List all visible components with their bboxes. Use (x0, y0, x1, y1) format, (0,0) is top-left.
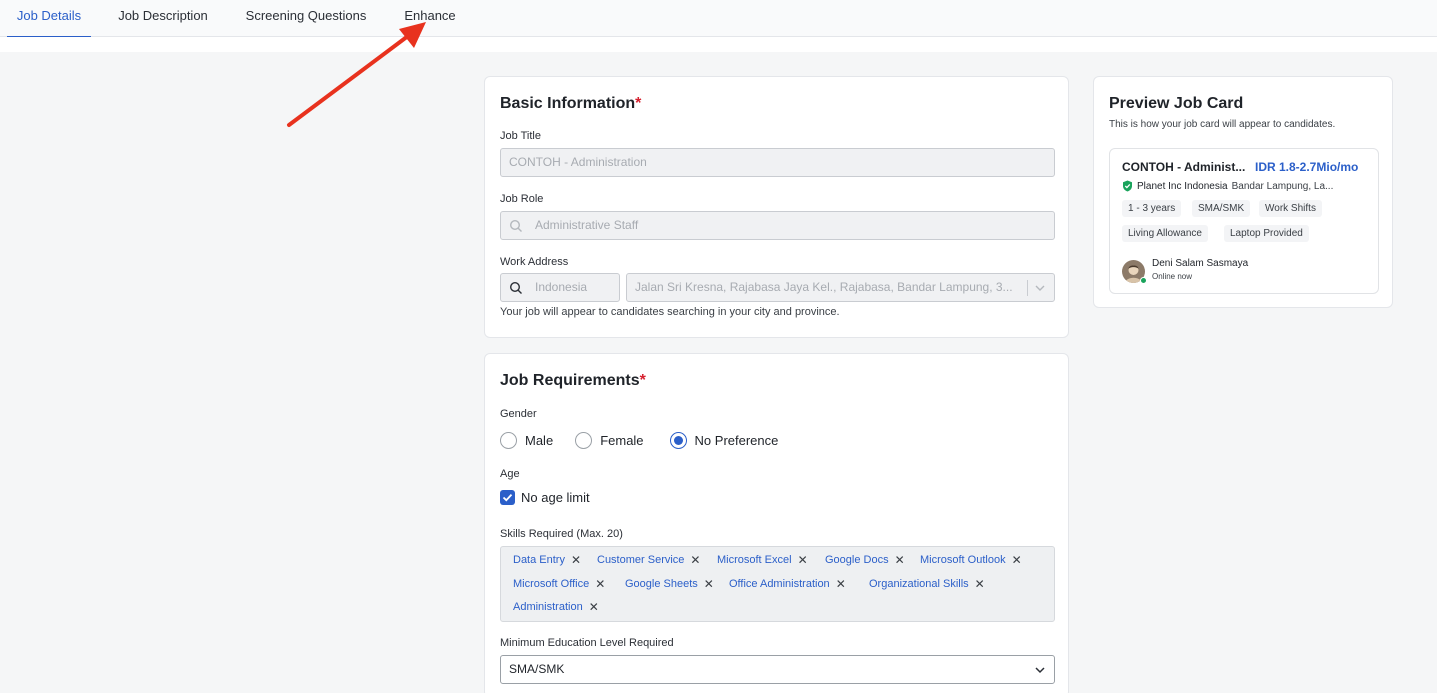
remove-icon[interactable]: ✕ (704, 578, 714, 590)
recruiter-status: Online now (1152, 272, 1193, 281)
age-label: Age (500, 468, 520, 480)
job-title-label: Job Title (500, 130, 541, 142)
education-value: SMA/SMK (509, 662, 565, 676)
remove-icon[interactable]: ✕ (595, 578, 605, 590)
search-icon (509, 281, 522, 294)
skill-chip: Microsoft Outlook ✕ (920, 553, 1022, 567)
verified-shield-icon (1123, 180, 1132, 192)
job-requirements-title: Job Requirements* (500, 372, 646, 389)
gender-radio-male[interactable]: Male (500, 431, 553, 449)
remove-icon[interactable]: ✕ (690, 554, 700, 566)
no-age-limit-checkbox[interactable]: No age limit (500, 490, 590, 505)
job-role-value: Administrative Staff (535, 218, 639, 232)
job-card-company-row: Planet Inc Indonesia Bandar Lampung, La.… (1122, 180, 1333, 192)
remove-icon[interactable]: ✕ (895, 554, 905, 566)
tab-job-details[interactable]: Job Details (7, 0, 91, 38)
checkmark-icon (500, 490, 515, 505)
chevron-down-icon (1035, 667, 1045, 674)
work-address-label: Work Address (500, 256, 569, 268)
recruiter-name: Deni Salam Sasmaya (1152, 258, 1249, 269)
no-age-limit-label: No age limit (521, 490, 590, 505)
remove-icon[interactable]: ✕ (1012, 554, 1022, 566)
remove-icon[interactable]: ✕ (836, 578, 846, 590)
preview-job-card-panel: Preview Job Card This is how your job ca… (1093, 76, 1393, 308)
skill-chip: Organizational Skills ✕ (869, 577, 985, 591)
job-tag: Living Allowance (1122, 225, 1208, 242)
chevron-down-icon (1035, 285, 1045, 291)
address-value: Jalan Sri Kresna, Rajabasa Jaya Kel., Ra… (635, 280, 1013, 294)
skill-chip: Microsoft Office ✕ (513, 577, 606, 591)
online-status-dot (1140, 277, 1147, 284)
skills-label: Skills Required (Max. 20) (500, 528, 623, 540)
job-tag: Work Shifts (1259, 200, 1322, 217)
education-label: Minimum Education Level Required (500, 637, 674, 649)
annotation-arrow (287, 22, 426, 127)
tab-job-description[interactable]: Job Description (110, 0, 216, 37)
job-tag: 1 - 3 years (1122, 200, 1182, 217)
gender-radio-female[interactable]: Female (575, 431, 644, 449)
tab-bar: Job Details Job Description Screening Qu… (0, 0, 1437, 38)
search-icon (509, 219, 522, 232)
preview-subtitle: This is how your job card will appear to… (1109, 119, 1336, 130)
job-card-company: Planet Inc Indonesia (1137, 180, 1228, 192)
basic-information-title: Basic Information* (500, 95, 642, 112)
job-card[interactable]: CONTOH - Administ... IDR 1.8-2.7Mio/mo P… (1109, 148, 1379, 294)
job-requirements-card: Job Requirements* Gender Male Female No … (484, 353, 1069, 693)
divider (1027, 280, 1028, 296)
skill-chip: Microsoft Excel ✕ (717, 553, 808, 567)
skill-chip: Customer Service ✕ (597, 553, 701, 567)
country-value: Indonesia (535, 280, 588, 294)
job-tag: Laptop Provided (1224, 225, 1309, 242)
basic-information-card: Basic Information* Job Title CONTOH - Ad… (484, 76, 1069, 338)
job-card-salary: IDR 1.8-2.7Mio/mo (1255, 160, 1359, 174)
tab-spacer (0, 37, 1437, 52)
country-field[interactable]: Indonesia (500, 273, 620, 302)
education-select[interactable]: SMA/SMK (500, 655, 1055, 684)
job-role-field[interactable]: Administrative Staff (500, 211, 1055, 240)
remove-icon[interactable]: ✕ (589, 601, 599, 613)
gender-radio-no-preference[interactable]: No Preference (669, 431, 778, 449)
address-hint: Your job will appear to candidates searc… (500, 306, 840, 318)
job-tag: SMA/SMK (1192, 200, 1251, 217)
job-card-location: Bandar Lampung, La... (1231, 180, 1334, 192)
skill-chip: Office Administration ✕ (729, 577, 846, 591)
gender-radio-group: Male Female No Preference (500, 430, 800, 450)
remove-icon[interactable]: ✕ (975, 578, 985, 590)
skill-chip: Google Sheets ✕ (625, 577, 714, 591)
job-role-label: Job Role (500, 193, 544, 205)
skill-chip: Data Entry ✕ (513, 553, 582, 567)
skills-input[interactable]: Data Entry ✕ Customer Service ✕ Microsoft … (500, 546, 1055, 622)
remove-icon[interactable]: ✕ (571, 554, 581, 566)
gender-label: Gender (500, 408, 537, 420)
remove-icon[interactable]: ✕ (798, 554, 808, 566)
skill-chip: Administration ✕ (513, 600, 599, 614)
job-card-title: CONTOH - Administ... (1122, 160, 1246, 174)
address-field[interactable]: Jalan Sri Kresna, Rajabasa Jaya Kel., Ra… (626, 273, 1055, 302)
job-title-field[interactable]: CONTOH - Administration (500, 148, 1055, 177)
preview-title: Preview Job Card (1109, 95, 1244, 112)
skill-chip: Google Docs ✕ (825, 553, 905, 567)
